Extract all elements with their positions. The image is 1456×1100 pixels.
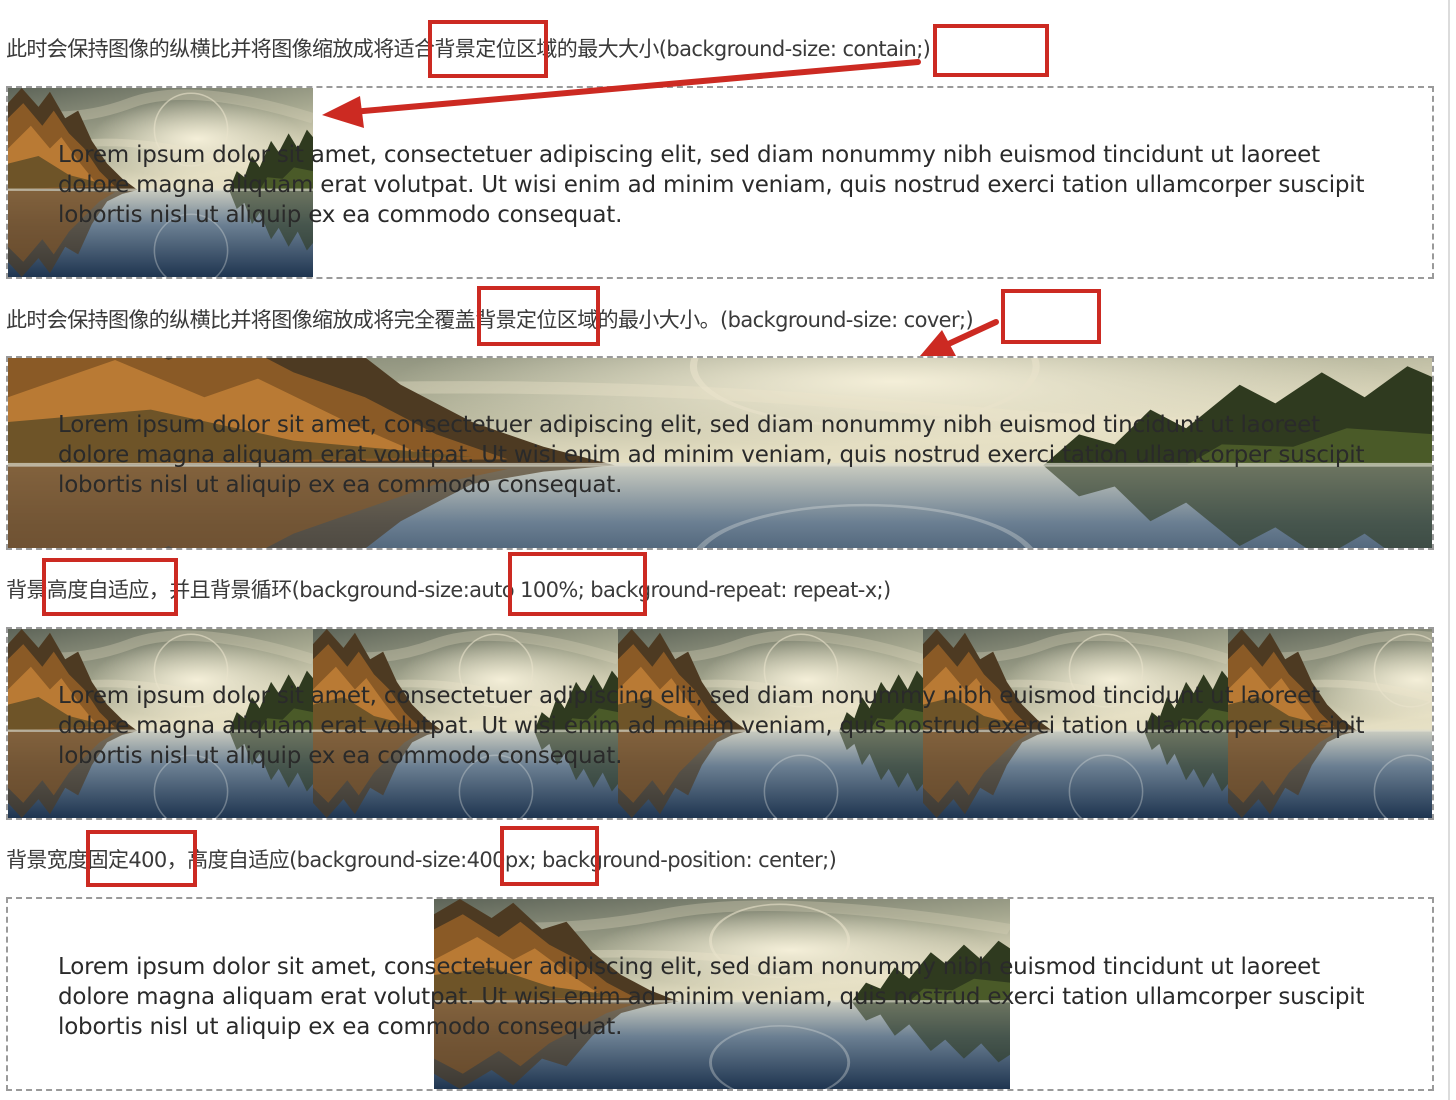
arrow-contain-to-image — [322, 59, 921, 128]
arrow-cover-to-image — [920, 319, 999, 356]
annotation-arrows — [322, 59, 999, 356]
